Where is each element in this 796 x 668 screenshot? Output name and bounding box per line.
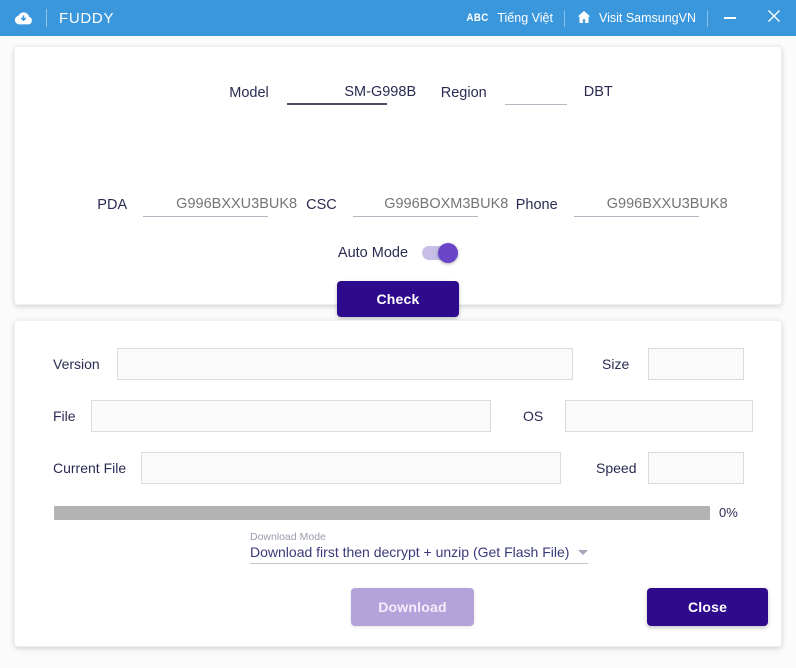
- close-button[interactable]: Close: [647, 588, 768, 626]
- visit-samsungvn-button[interactable]: Visit SamsungVN: [565, 0, 707, 36]
- file-row: File: [53, 400, 491, 432]
- size-label: Size: [602, 356, 630, 372]
- csc-input[interactable]: [352, 196, 540, 217]
- model-field-wrapper[interactable]: [286, 83, 474, 105]
- cloud-download-icon: [12, 7, 34, 29]
- home-icon: [576, 9, 592, 28]
- firmware-query-panel: Model Region PDA CSC Phone Auto Mode: [14, 46, 782, 317]
- chevron-down-icon: [578, 550, 588, 555]
- pda-label: PDA: [97, 197, 128, 213]
- titlebar-divider: [46, 9, 47, 27]
- download-mode-face[interactable]: Download first then decrypt + unzip (Get…: [250, 544, 588, 564]
- language-label: Tiếng Việt: [497, 11, 553, 25]
- auto-mode-row: Auto Mode: [15, 243, 781, 263]
- minimize-button[interactable]: [708, 0, 752, 36]
- size-row: Size: [602, 348, 744, 380]
- auto-mode-toggle[interactable]: [422, 243, 459, 263]
- size-input[interactable]: [648, 348, 744, 380]
- region-field-wrapper[interactable]: [504, 83, 692, 105]
- current-file-input[interactable]: [141, 452, 561, 484]
- app-title: FUDDY: [59, 9, 115, 27]
- file-label: File: [53, 408, 76, 424]
- progress-bar: [54, 505, 710, 520]
- speed-label: Speed: [596, 460, 637, 476]
- visit-label: Visit SamsungVN: [598, 11, 696, 25]
- download-button[interactable]: Download: [351, 588, 474, 626]
- os-label: OS: [523, 408, 544, 424]
- abc-icon: ABC: [466, 12, 489, 24]
- version-row: Version: [53, 348, 573, 380]
- model-region-row: Model Region: [15, 83, 781, 105]
- pda-input[interactable]: [143, 196, 331, 217]
- progress-percent-label: 0%: [719, 505, 738, 520]
- version-label: Version: [53, 356, 100, 372]
- close-icon: [767, 9, 781, 28]
- version-input[interactable]: [117, 348, 573, 380]
- title-bar: FUDDY ABC Tiếng Việt Visit SamsungVN: [0, 0, 796, 36]
- auto-mode-label: Auto Mode: [337, 245, 409, 261]
- progress-row: 0%: [54, 505, 753, 520]
- minimize-icon: [724, 17, 736, 19]
- window-close-button[interactable]: [752, 0, 796, 36]
- model-label: Model: [229, 85, 269, 101]
- os-row: OS: [523, 400, 753, 432]
- current-file-row: Current File: [53, 452, 561, 484]
- region-input[interactable]: [504, 84, 692, 105]
- firmware-codes-row: PDA CSC Phone: [15, 195, 781, 217]
- download-mode-value: Download first then decrypt + unzip (Get…: [250, 544, 570, 560]
- check-button[interactable]: Check: [337, 281, 459, 317]
- speed-input[interactable]: [648, 452, 744, 484]
- download-mode-select[interactable]: Download Mode Download first then decryp…: [250, 531, 588, 564]
- download-mode-label: Download Mode: [250, 531, 326, 543]
- pda-field-wrapper[interactable]: [143, 195, 331, 217]
- file-input[interactable]: [91, 400, 491, 432]
- current-file-label: Current File: [53, 460, 127, 476]
- toggle-knob: [438, 243, 459, 263]
- language-switch-button[interactable]: ABC Tiếng Việt: [454, 0, 564, 36]
- download-panel: Version Size File OS Current File Speed …: [14, 320, 782, 647]
- phone-field-wrapper[interactable]: [573, 195, 761, 217]
- model-input[interactable]: [286, 84, 474, 105]
- speed-row: Speed: [596, 452, 744, 484]
- csc-field-wrapper[interactable]: [352, 195, 540, 217]
- os-input[interactable]: [565, 400, 753, 432]
- phone-input[interactable]: [573, 196, 761, 217]
